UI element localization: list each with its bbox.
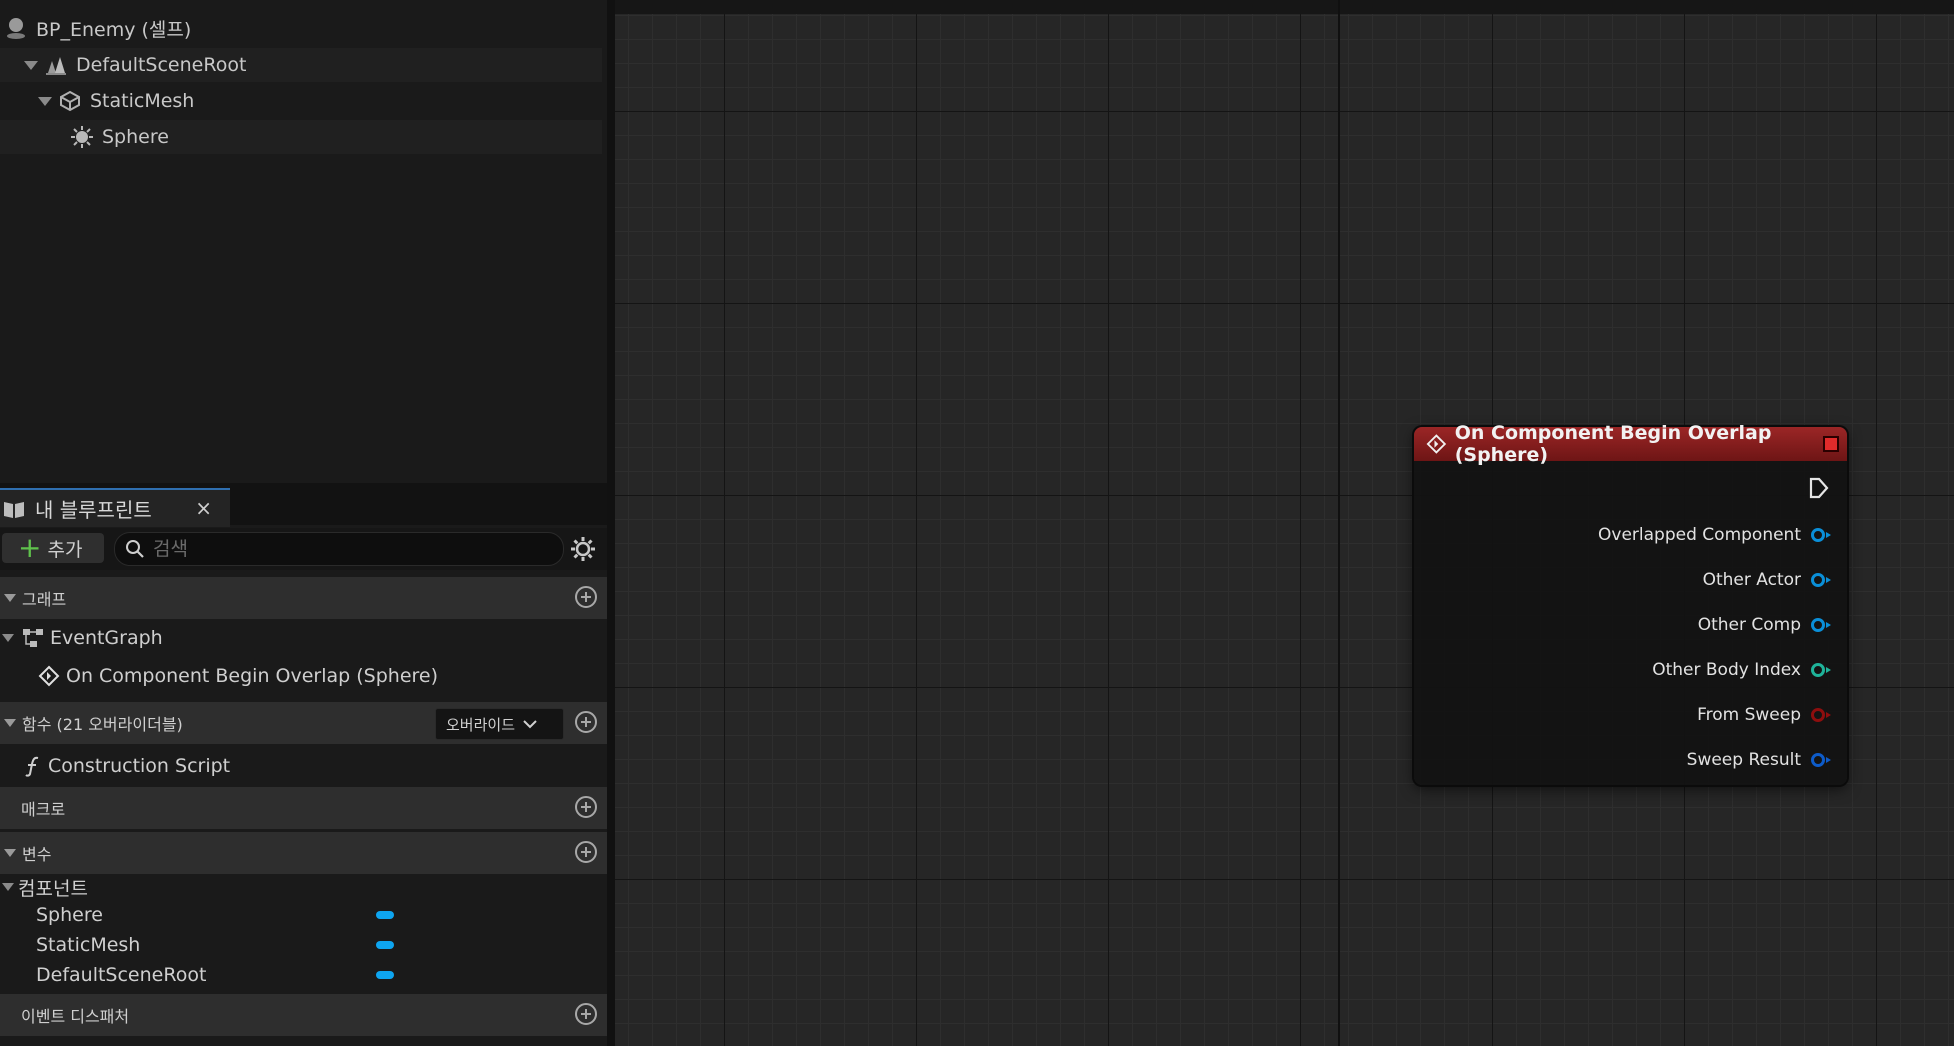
function-icon	[25, 756, 39, 777]
sphere-collision-icon	[71, 126, 93, 148]
variable-name: StaticMesh	[36, 934, 141, 956]
chevron-down-icon[interactable]	[4, 719, 16, 727]
close-icon[interactable]: ×	[195, 496, 212, 520]
search-box[interactable]	[114, 532, 564, 566]
event-node[interactable]: On Component Begin Overlap (Sphere) Over…	[1414, 422, 1847, 785]
pin-label: Overlapped Component	[1598, 525, 1801, 545]
chevron-down-icon[interactable]	[24, 60, 38, 70]
pin-label: Other Actor	[1702, 570, 1801, 590]
output-pin-icon[interactable]	[1811, 708, 1831, 722]
category-components[interactable]: 컴포넌트	[0, 872, 607, 902]
delegate-pin-icon[interactable]	[1823, 436, 1839, 452]
event-icon	[38, 665, 60, 687]
section-graphs[interactable]: 그래프	[0, 577, 607, 619]
section-title: 그래프	[22, 590, 67, 609]
search-input[interactable]	[151, 537, 535, 561]
output-pin-icon[interactable]	[1811, 753, 1831, 767]
list-item-construction-script[interactable]: Construction Script	[0, 749, 607, 783]
variable-row[interactable]: StaticMesh	[0, 930, 607, 960]
section-event-dispatchers[interactable]: 이벤트 디스패처	[0, 994, 607, 1036]
tree-item-label: Sphere	[102, 126, 169, 148]
list-item-label: Construction Script	[48, 755, 231, 777]
tree-item-staticmesh[interactable]: StaticMesh	[0, 84, 602, 118]
gear-icon[interactable]	[570, 536, 596, 562]
section-title: 함수 (21 오버라이더블)	[22, 715, 183, 734]
output-pin-icon[interactable]	[1811, 573, 1831, 587]
add-graph-icon[interactable]	[575, 586, 597, 608]
event-graph-icon	[23, 629, 43, 647]
section-macros[interactable]: 매크로	[0, 787, 607, 829]
chevron-down-icon[interactable]	[2, 883, 14, 891]
list-item-event[interactable]: On Component Begin Overlap (Sphere)	[0, 659, 607, 693]
book-icon	[4, 501, 24, 518]
tab-my-blueprint[interactable]: 내 블루프린트 ×	[0, 488, 230, 527]
tree-item-defaultsceneroot[interactable]: DefaultSceneRoot	[0, 48, 602, 82]
list-item-eventgraph[interactable]: EventGraph	[0, 621, 607, 655]
node-header[interactable]: On Component Begin Overlap (Sphere)	[1414, 422, 1847, 466]
section-title: 변수	[22, 845, 52, 864]
add-variable-icon[interactable]	[575, 841, 597, 863]
tree-item-label: DefaultSceneRoot	[76, 54, 247, 76]
tree-root-row[interactable]: BP_Enemy (셀프)	[0, 11, 602, 45]
search-icon	[126, 540, 144, 558]
override-dropdown[interactable]: 오버라이드	[435, 708, 564, 740]
pin-label: Other Body Index	[1652, 660, 1801, 680]
section-title: 이벤트 디스패처	[21, 1007, 130, 1026]
graph-origin-line	[1338, 0, 1340, 1046]
category-label: 컴포넌트	[18, 877, 88, 900]
output-pin-icon[interactable]	[1811, 528, 1831, 542]
variable-name: DefaultSceneRoot	[36, 964, 207, 986]
override-label: 오버라이드	[446, 715, 516, 734]
pin-label: Sweep Result	[1686, 750, 1801, 770]
tree-item-sphere[interactable]: Sphere	[0, 120, 602, 154]
variable-row[interactable]: DefaultSceneRoot	[0, 960, 607, 990]
static-mesh-icon	[60, 90, 80, 112]
variable-type-pill	[376, 971, 394, 979]
chevron-down-icon[interactable]	[2, 634, 14, 642]
chevron-down-icon	[523, 720, 537, 729]
tab-label: 내 블루프린트	[35, 498, 152, 522]
plus-icon: +	[18, 531, 42, 564]
output-pin-row[interactable]: Other Comp	[1414, 610, 1847, 640]
output-pin-row[interactable]: Other Body Index	[1414, 655, 1847, 685]
section-title: 매크로	[21, 800, 66, 819]
event-icon	[1426, 434, 1447, 454]
actor-icon	[7, 18, 25, 39]
add-function-icon[interactable]	[575, 711, 597, 733]
chevron-down-icon[interactable]	[38, 96, 52, 106]
section-variables[interactable]: 변수	[0, 832, 607, 874]
pin-label: Other Comp	[1697, 615, 1801, 635]
exec-pin-icon[interactable]	[1809, 477, 1829, 499]
graph-top-bar	[615, 0, 1954, 14]
add-macro-icon[interactable]	[575, 796, 597, 818]
tree-item-label: StaticMesh	[90, 90, 195, 112]
panel-splitter[interactable]	[607, 0, 615, 1046]
variable-type-pill	[376, 911, 394, 919]
tree-root-label: BP_Enemy (셀프)	[36, 18, 192, 41]
list-item-label: EventGraph	[50, 627, 163, 649]
variable-row[interactable]: Sphere	[0, 900, 607, 930]
add-button[interactable]: + 추가	[2, 533, 104, 563]
node-title: On Component Begin Overlap (Sphere)	[1454, 422, 1772, 466]
output-pin-row[interactable]: From Sweep	[1414, 700, 1847, 730]
chevron-down-icon[interactable]	[4, 849, 16, 857]
output-pin-row[interactable]: Sweep Result	[1414, 745, 1847, 775]
add-button-label: 추가	[47, 538, 83, 561]
output-pin-row[interactable]: Overlapped Component	[1414, 520, 1847, 550]
list-item-label: On Component Begin Overlap (Sphere)	[66, 665, 439, 687]
add-dispatcher-icon[interactable]	[575, 1003, 597, 1025]
output-pin-icon[interactable]	[1811, 663, 1831, 677]
output-pin-icon[interactable]	[1811, 618, 1831, 632]
pin-label: From Sweep	[1697, 705, 1801, 725]
chevron-down-icon[interactable]	[4, 594, 16, 602]
output-pin-row[interactable]: Other Actor	[1414, 565, 1847, 595]
variable-name: Sphere	[36, 904, 103, 926]
variable-type-pill	[376, 941, 394, 949]
scene-root-icon	[46, 57, 66, 75]
